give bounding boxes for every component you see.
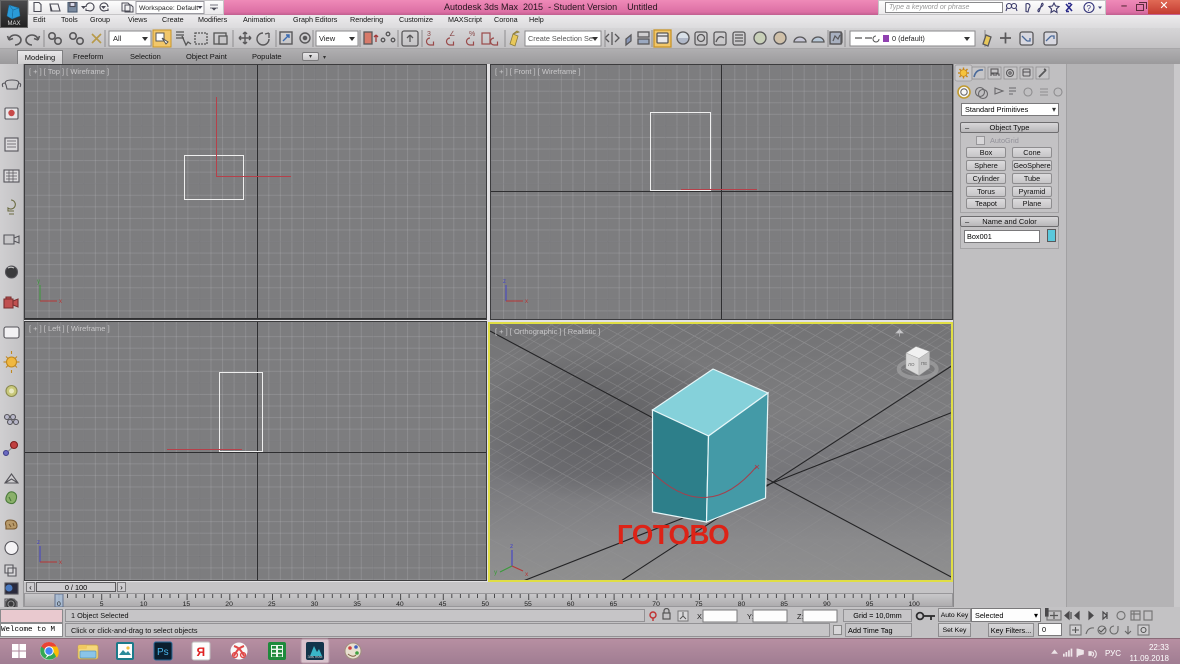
svg-text:y: y — [37, 279, 40, 285]
svg-text:z: z — [503, 279, 506, 285]
svg-text:0 (default): 0 (default) — [892, 34, 925, 43]
svg-text:Create Selection Se: Create Selection Se — [528, 34, 593, 43]
svg-text:Ps: Ps — [157, 647, 169, 658]
svg-text:All: All — [113, 34, 122, 43]
svg-text:3: 3 — [427, 31, 431, 38]
svg-text:ЛО: ЛО — [908, 362, 915, 367]
svg-text:x: x — [525, 299, 528, 305]
svg-text:View: View — [319, 34, 336, 43]
svg-text:3ds max: 3ds max — [307, 654, 322, 659]
svg-text:Workspace: Default: Workspace: Default — [139, 5, 198, 12]
svg-text:[ + ] [ Orthographic ] [ Reali: [ + ] [ Orthographic ] [ Realistic ] — [495, 327, 600, 336]
svg-text:z: z — [510, 543, 513, 550]
svg-text:ГОТОВО: ГОТОВО — [617, 519, 729, 550]
svg-text:x: x — [59, 299, 62, 305]
svg-text:MAX: MAX — [7, 21, 20, 27]
svg-text:%: % — [469, 31, 475, 38]
svg-text:x: x — [59, 560, 62, 566]
svg-text:∠: ∠ — [449, 30, 455, 38]
svg-text:z: z — [37, 540, 40, 546]
svg-text:?: ? — [1087, 4, 1092, 13]
svg-text:ПЕ: ПЕ — [921, 361, 927, 366]
svg-text:Я: Я — [197, 645, 206, 659]
